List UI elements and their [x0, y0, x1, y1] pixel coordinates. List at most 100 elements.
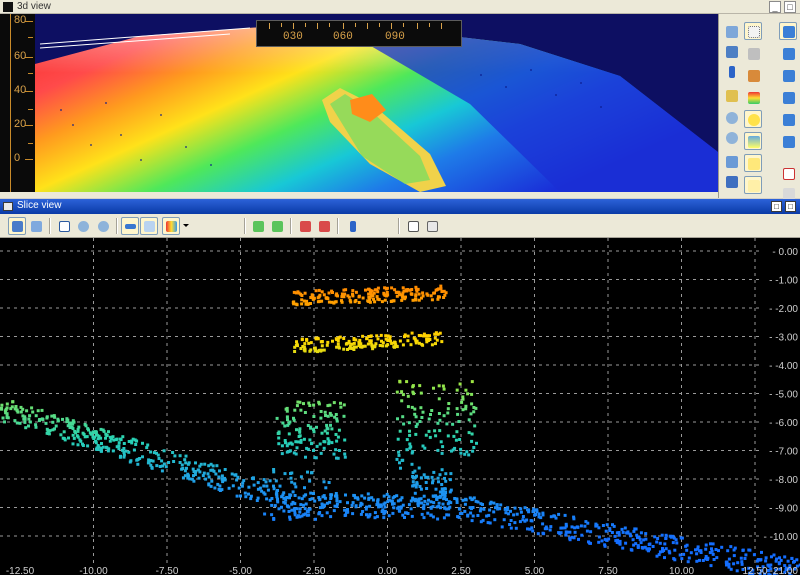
orbit-tool-button[interactable] — [722, 22, 740, 40]
sonar-point — [312, 449, 315, 452]
view-front-button[interactable] — [779, 44, 797, 62]
sonar-point — [508, 523, 512, 526]
sonar-point — [557, 531, 561, 535]
zoom-in-button[interactable] — [722, 108, 740, 126]
cube-icon — [783, 136, 795, 148]
sonar-point — [519, 507, 523, 511]
add-line-button[interactable] — [268, 217, 286, 235]
axes-icon — [726, 90, 738, 102]
colour-map-button[interactable] — [744, 88, 762, 106]
sonar-point — [376, 286, 380, 290]
compass-heading-bar: 030 060 090 — [256, 20, 462, 47]
sonar-point — [307, 513, 311, 517]
sonar-point — [309, 341, 313, 345]
sonar-point — [332, 401, 336, 405]
profile-direction-button[interactable] — [121, 217, 139, 235]
sonar-point — [302, 503, 305, 507]
chevron-down-icon[interactable] — [183, 224, 189, 227]
properties-button[interactable] — [779, 164, 797, 182]
sonar-point — [597, 540, 601, 544]
sonar-point — [420, 512, 424, 516]
vertical-move-button[interactable] — [722, 62, 740, 80]
delete-line-button[interactable] — [315, 217, 333, 235]
view-side-button[interactable] — [779, 66, 797, 84]
zoom-extents-button[interactable] — [55, 217, 73, 235]
sonar-point — [293, 345, 297, 349]
sonar-point — [346, 294, 350, 298]
pan-slice-button[interactable] — [8, 217, 26, 235]
sonar-point — [186, 476, 190, 480]
sonar-point — [469, 412, 473, 416]
sonar-point — [45, 415, 49, 419]
sonar-point — [326, 427, 330, 431]
sonar-point — [638, 537, 642, 541]
3d-scene-viewport[interactable]: 80 60 40 20 0 030 060 090 — [0, 14, 718, 192]
sonar-point — [30, 406, 34, 410]
sonar-point — [145, 446, 149, 450]
sonar-point — [465, 450, 469, 454]
y-tick-label: - -9.00 — [769, 504, 798, 515]
maximize-button[interactable]: □ — [784, 1, 796, 13]
sonar-point — [436, 297, 440, 301]
sonar-point — [192, 479, 196, 483]
sonar-point — [764, 556, 768, 560]
sonar-point — [383, 511, 387, 515]
zoom-out-button[interactable] — [722, 128, 740, 146]
sonar-point — [173, 454, 177, 458]
select-slice-button[interactable] — [27, 217, 45, 235]
sonar-point — [426, 502, 430, 506]
sonar-point — [381, 508, 385, 512]
sonar-point — [436, 421, 440, 425]
sonar-point — [249, 497, 253, 501]
points-icon — [748, 26, 760, 38]
zoom-in-slice-button[interactable] — [74, 217, 92, 235]
pointer-button[interactable] — [423, 217, 441, 235]
light-direction-button[interactable] — [722, 152, 740, 170]
sonar-point — [436, 332, 440, 336]
lighting-button[interactable] — [744, 110, 762, 128]
view-top-button[interactable] — [779, 22, 797, 40]
depth-label: 60 — [14, 50, 27, 62]
sonar-point — [27, 424, 30, 428]
sonar-point — [740, 560, 744, 564]
sonar-point — [293, 511, 297, 515]
axes-tool-button[interactable] — [722, 86, 740, 104]
slice-maximize-button[interactable]: □ — [785, 201, 796, 212]
shading-button[interactable] — [744, 132, 762, 150]
sonar-point — [440, 340, 444, 344]
sonar-point — [682, 552, 686, 556]
add-point-button[interactable] — [249, 217, 267, 235]
sonar-point — [395, 390, 399, 394]
points-mode-button[interactable] — [744, 22, 762, 40]
colour-scheme-dropdown[interactable] — [162, 217, 180, 235]
camera-button[interactable] — [722, 172, 740, 190]
sonar-point — [346, 510, 350, 514]
checklist-button[interactable] — [404, 217, 422, 235]
measure-button[interactable] — [343, 217, 361, 235]
minimize-button[interactable]: _ — [769, 1, 781, 13]
pan-tool-button[interactable] — [722, 42, 740, 60]
sonar-point — [382, 494, 386, 498]
sonar-point — [777, 562, 781, 566]
view-iso-button[interactable] — [779, 110, 797, 128]
grid-mode-button[interactable] — [744, 44, 762, 62]
sonar-point — [361, 510, 365, 513]
surface-mode-button[interactable] — [744, 66, 762, 84]
sonar-point — [437, 501, 441, 505]
sonar-point — [422, 334, 426, 338]
sonar-point — [335, 292, 339, 296]
delete-point-button[interactable] — [296, 217, 314, 235]
crosshair-button[interactable] — [140, 217, 158, 235]
slice-minimize-button[interactable]: □ — [771, 201, 782, 212]
slice-profile-plot[interactable]: -12.50 -10.00 -7.50 -5.00 -2.50 0.00 2.50 5.00 7… — [0, 238, 800, 575]
sonar-point — [9, 407, 13, 411]
sonar-point — [464, 404, 468, 408]
zoom-out-slice-button[interactable] — [94, 217, 112, 235]
view-bottom-button[interactable] — [779, 132, 797, 150]
marker-button[interactable] — [744, 154, 762, 172]
sonar-points — [0, 284, 800, 575]
view-back-button[interactable] — [779, 88, 797, 106]
sonar-point — [296, 344, 299, 348]
layers-button[interactable] — [744, 176, 762, 194]
sonar-point — [488, 508, 492, 512]
